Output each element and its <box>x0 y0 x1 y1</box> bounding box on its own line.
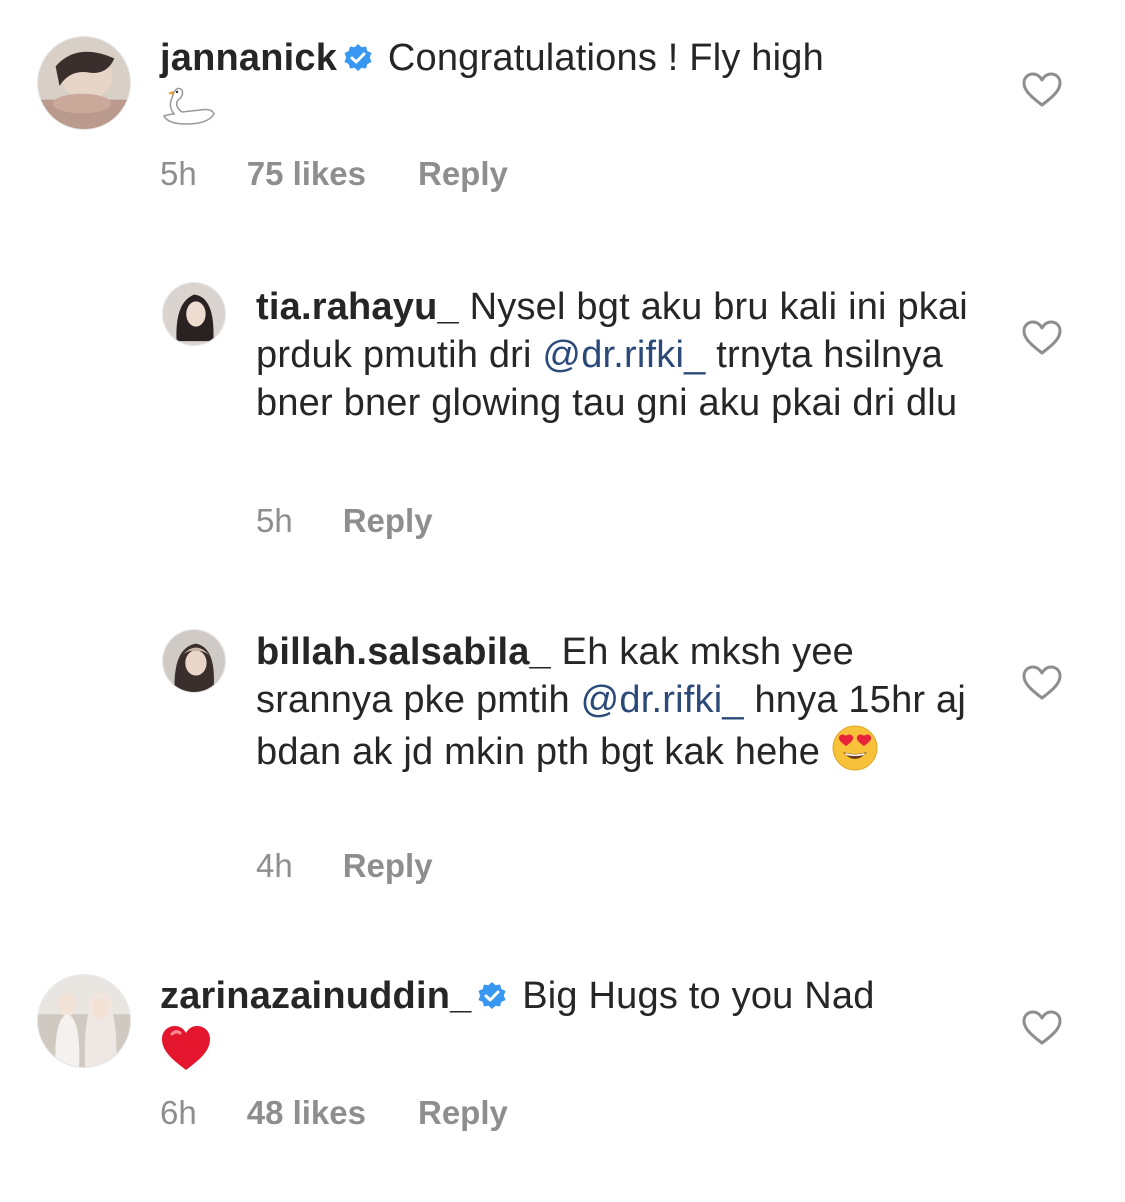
comment-text: jannanick Congratulations ! Fly high <box>160 34 960 140</box>
verified-badge-icon <box>477 981 507 1011</box>
reply-tia-rahayu: tia.rahayu_ Nysel bgt aku bru kali ini p… <box>0 260 1125 560</box>
reply-button[interactable]: Reply <box>418 155 508 193</box>
username-link[interactable]: zarinazainuddin_ <box>160 975 471 1017</box>
username-link[interactable]: jannanick <box>160 37 337 79</box>
comment-meta: 4h Reply <box>256 847 433 885</box>
likes-count-link[interactable]: 48 likes <box>247 1094 366 1132</box>
username-link[interactable]: billah.salsabila_ <box>256 631 551 673</box>
swan-icon <box>160 84 216 140</box>
like-heart-icon[interactable] <box>1022 72 1062 108</box>
comment-text: zarinazainuddin_ Big Hugs to you Nad <box>160 972 980 1084</box>
comment-meta: 6h 48 likes Reply <box>160 1094 508 1132</box>
comment-message: Congratulations ! Fly high <box>387 37 824 79</box>
comment-jannanick: jannanick Congratulations ! Fly high 5h … <box>0 0 1125 230</box>
comment-time: 6h <box>160 1094 197 1131</box>
reply-button[interactable]: Reply <box>343 502 433 540</box>
avatar-image <box>38 37 130 129</box>
reply-billah-salsabila: billah.salsabila_ Eh kak mksh yee sranny… <box>0 605 1125 905</box>
comment-meta: 5h 75 likes Reply <box>160 155 508 193</box>
comment-message: Big Hugs to you Nad <box>522 975 875 1017</box>
comment-time: 4h <box>256 847 293 884</box>
reply-button[interactable]: Reply <box>418 1094 508 1132</box>
comment-text: tia.rahayu_ Nysel bgt aku bru kali ini p… <box>256 283 976 427</box>
red-heart-emoji-icon <box>160 1024 212 1084</box>
avatar-image <box>163 630 225 692</box>
username-link[interactable]: tia.rahayu_ <box>256 286 459 328</box>
comment-text: billah.salsabila_ Eh kak mksh yee sranny… <box>256 628 976 784</box>
reply-button[interactable]: Reply <box>343 847 433 885</box>
comment-time: 5h <box>160 155 197 192</box>
mention-link[interactable]: @dr.rifki_ <box>581 679 744 721</box>
likes-count-link[interactable]: 75 likes <box>247 155 366 193</box>
avatar[interactable] <box>162 629 226 693</box>
like-heart-icon[interactable] <box>1022 665 1062 701</box>
comment-time: 5h <box>256 502 293 539</box>
avatar-image <box>38 975 130 1067</box>
comment-meta: 5h Reply <box>256 502 433 540</box>
heart-eyes-emoji-icon <box>831 724 879 784</box>
avatar[interactable] <box>162 282 226 346</box>
like-heart-icon[interactable] <box>1022 1010 1062 1046</box>
comment-zarinazainuddin: zarinazainuddin_ Big Hugs to you Nad 6h … <box>0 940 1125 1200</box>
mention-link[interactable]: @dr.rifki_ <box>542 334 705 376</box>
avatar[interactable] <box>37 974 131 1068</box>
verified-badge-icon <box>343 43 373 73</box>
like-heart-icon[interactable] <box>1022 320 1062 356</box>
avatar[interactable] <box>37 36 131 130</box>
avatar-image <box>163 283 225 345</box>
